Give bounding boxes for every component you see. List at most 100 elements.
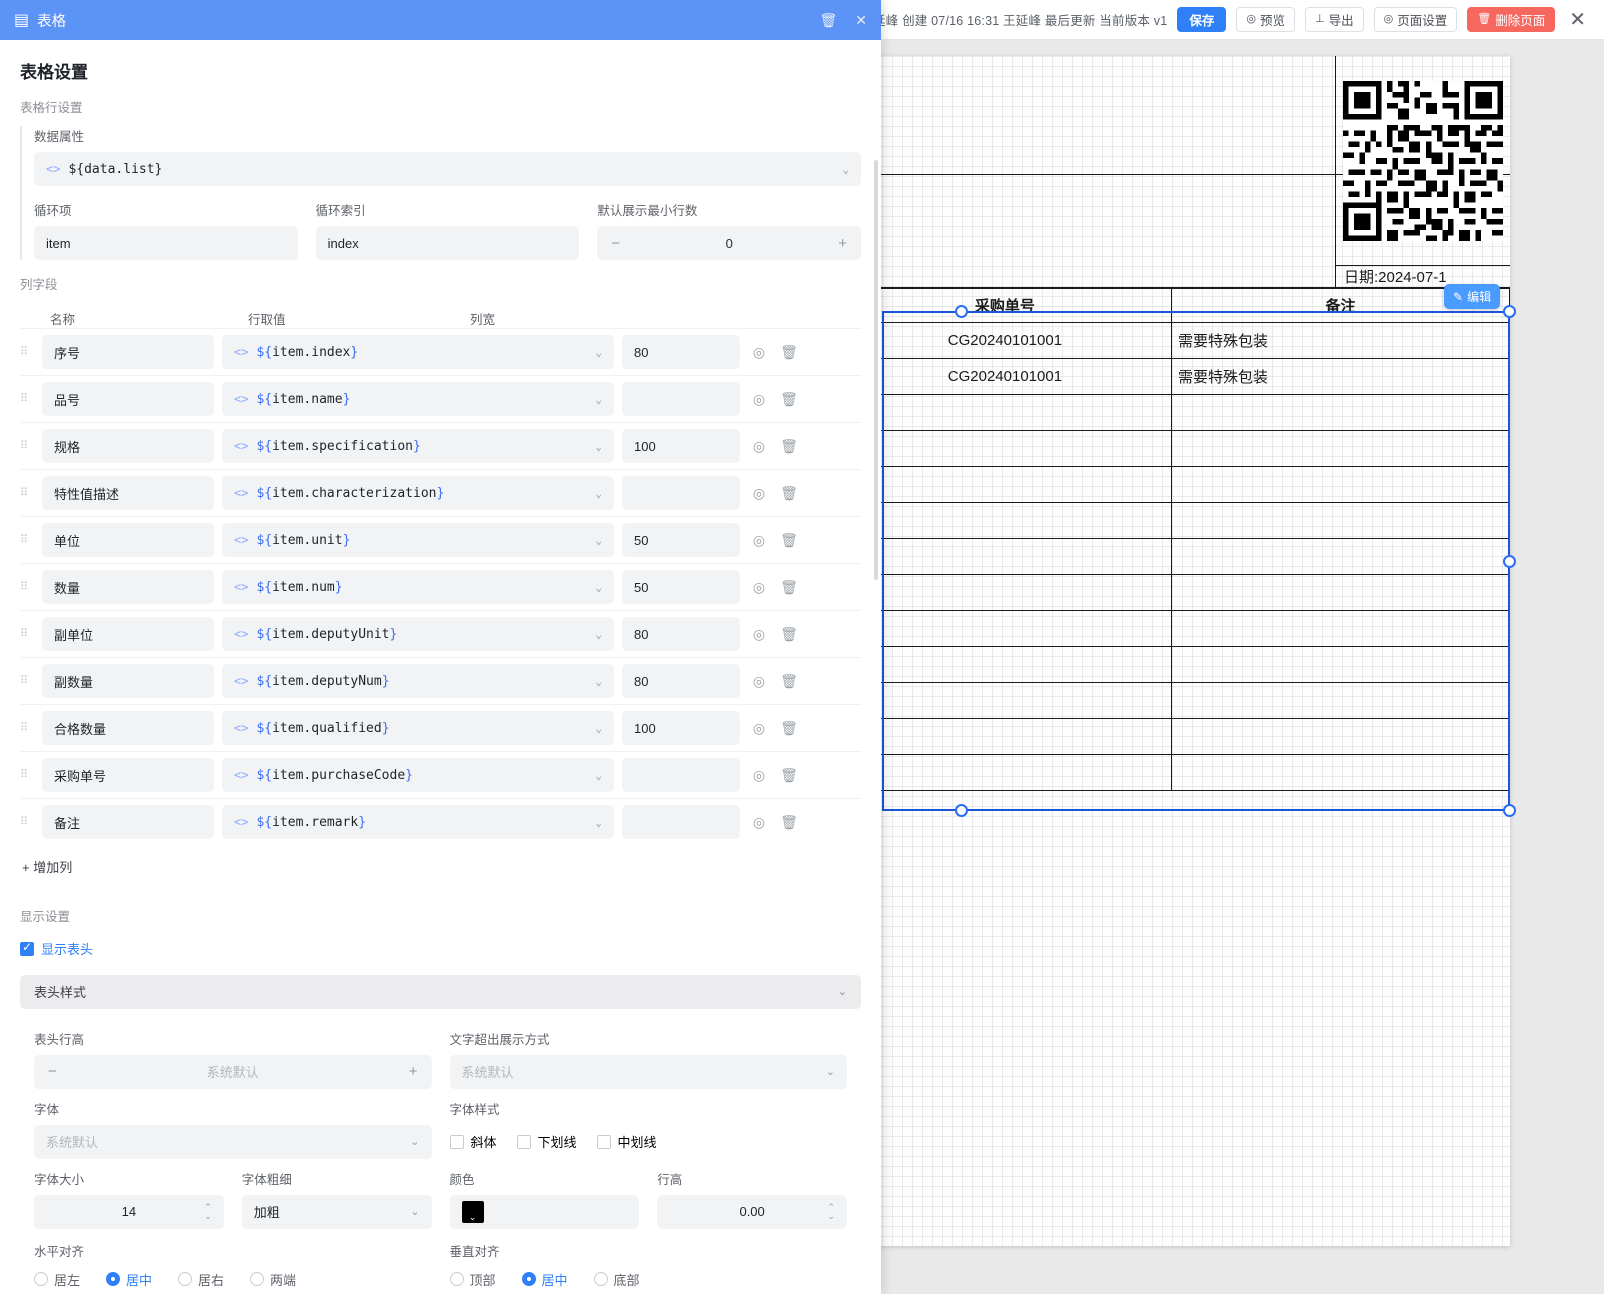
column-name-input[interactable]: 规格 [42,429,214,463]
font-select[interactable]: 系统默认 ⌄ [34,1125,432,1159]
page-setting-button[interactable]: ◎ 页面设置 [1374,7,1458,32]
column-delete-icon[interactable]: 🗑 [778,720,800,737]
add-column-button[interactable]: + 增加列 [20,845,861,876]
column-settings-icon[interactable]: ◎ [748,485,770,502]
font-style-checkbox[interactable]: 中划线 [597,1132,657,1151]
column-width-input[interactable] [622,758,740,792]
stepper-minus-icon[interactable]: − [611,235,620,252]
font-style-checkbox[interactable]: 斜体 [450,1132,497,1151]
column-value-select[interactable]: <>${item.specification}⌄ [222,429,614,463]
min-rows-stepper[interactable]: − 0 + [597,226,861,260]
column-width-input[interactable]: 100 [622,711,740,745]
preview-button[interactable]: ◎ 预览 [1236,7,1295,32]
column-delete-icon[interactable]: 🗑 [778,438,800,455]
drag-handle[interactable]: ⠿ [20,490,34,497]
column-settings-icon[interactable]: ◎ [748,579,770,596]
export-button[interactable]: ⊥ 导出 [1305,7,1364,32]
column-width-input[interactable]: 100 [622,429,740,463]
save-button[interactable]: 保存 [1177,7,1226,32]
drag-handle[interactable]: ⠿ [20,537,34,544]
column-settings-icon[interactable]: ◎ [748,767,770,784]
h-align-radio[interactable]: 居中 [106,1270,152,1289]
trash-icon[interactable]: 🗑 [819,12,837,29]
edit-chip-button[interactable]: ✎ 编辑 [1444,284,1500,309]
data-attr-select[interactable]: <> ${data.list} ⌄ [34,152,861,186]
v-align-radio[interactable]: 居中 [522,1270,568,1289]
column-value-select[interactable]: <>${item.unit}⌄ [222,523,614,557]
h-align-radio[interactable]: 两端 [250,1270,296,1289]
column-settings-icon[interactable]: ◎ [748,720,770,737]
column-settings-icon[interactable]: ◎ [748,344,770,361]
drag-handle[interactable]: ⠿ [20,678,34,685]
column-delete-icon[interactable]: 🗑 [778,814,800,831]
column-settings-icon[interactable]: ◎ [748,391,770,408]
font-style-checkbox[interactable]: 下划线 [517,1132,577,1151]
column-width-input[interactable] [622,476,740,510]
resize-handle-bottom-right[interactable] [1503,804,1516,817]
column-width-input[interactable] [622,382,740,416]
stepper-plus-icon[interactable]: + [409,1063,418,1080]
loop-item-input[interactable]: item [34,226,298,260]
column-value-select[interactable]: <>${item.deputyNum}⌄ [222,664,614,698]
column-name-input[interactable]: 单位 [42,523,214,557]
v-align-radio[interactable]: 底部 [594,1270,640,1289]
drag-handle[interactable]: ⠿ [20,584,34,591]
column-delete-icon[interactable]: 🗑 [778,673,800,690]
column-name-input[interactable]: 品号 [42,382,214,416]
font-weight-select[interactable]: 加粗 ⌄ [242,1195,432,1229]
stepper-plus-icon[interactable]: + [838,235,847,252]
column-width-input[interactable]: 50 [622,570,740,604]
header-style-accordion[interactable]: 表头样式 ⌄ [20,975,861,1009]
column-value-select[interactable]: <>${item.remark}⌄ [222,805,614,839]
column-width-input[interactable]: 80 [622,617,740,651]
column-name-input[interactable]: 副单位 [42,617,214,651]
column-name-input[interactable]: 合格数量 [42,711,214,745]
column-delete-icon[interactable]: 🗑 [778,485,800,502]
column-name-input[interactable]: 备注 [42,805,214,839]
modal-scrollbar[interactable] [874,160,878,580]
close-icon[interactable]: ✕ [1565,10,1590,30]
h-align-radio[interactable]: 居左 [34,1270,80,1289]
column-delete-icon[interactable]: 🗑 [778,767,800,784]
column-value-select[interactable]: <>${item.index}⌄ [222,335,614,369]
spinner-icon[interactable]: ⌃⌄ [204,1203,212,1221]
color-picker[interactable]: ⌄ [450,1195,640,1229]
drag-handle[interactable]: ⠿ [20,631,34,638]
loop-index-input[interactable]: index [316,226,580,260]
column-settings-icon[interactable]: ◎ [748,626,770,643]
overflow-mode-select[interactable]: 系统默认 ⌄ [450,1055,848,1089]
column-name-input[interactable]: 副数量 [42,664,214,698]
spinner-icon[interactable]: ⌃⌄ [827,1203,835,1221]
column-width-input[interactable]: 50 [622,523,740,557]
column-width-input[interactable] [622,805,740,839]
h-align-radio[interactable]: 居右 [178,1270,224,1289]
column-delete-icon[interactable]: 🗑 [778,532,800,549]
column-value-select[interactable]: <>${item.name}⌄ [222,382,614,416]
column-settings-icon[interactable]: ◎ [748,814,770,831]
header-row-height-stepper[interactable]: − 系统默认 + [34,1055,432,1089]
column-settings-icon[interactable]: ◎ [748,532,770,549]
column-value-select[interactable]: <>${item.qualified}⌄ [222,711,614,745]
font-size-input[interactable]: 14 ⌃⌄ [34,1195,224,1229]
resize-handle-top[interactable] [955,305,968,318]
drag-handle[interactable]: ⠿ [20,819,34,826]
column-name-input[interactable]: 特性值描述 [42,476,214,510]
column-settings-icon[interactable]: ◎ [748,673,770,690]
drag-handle[interactable]: ⠿ [20,443,34,450]
column-value-select[interactable]: <>${item.characterization}⌄ [222,476,614,510]
resize-handle-top-right[interactable] [1503,305,1516,318]
delete-page-button[interactable]: 🗑 删除页面 [1467,7,1555,32]
column-value-select[interactable]: <>${item.deputyUnit}⌄ [222,617,614,651]
drag-handle[interactable]: ⠿ [20,725,34,732]
column-width-input[interactable]: 80 [622,664,740,698]
drag-handle[interactable]: ⠿ [20,349,34,356]
column-value-select[interactable]: <>${item.purchaseCode}⌄ [222,758,614,792]
close-icon[interactable]: ✕ [855,12,867,29]
stepper-minus-icon[interactable]: − [48,1063,57,1080]
column-width-input[interactable]: 80 [622,335,740,369]
resize-handle-right[interactable] [1503,555,1516,568]
column-delete-icon[interactable]: 🗑 [778,579,800,596]
v-align-radio[interactable]: 顶部 [450,1270,496,1289]
show-header-checkbox[interactable]: 显示表头 [20,939,93,958]
line-height-input[interactable]: 0.00 ⌃⌄ [657,1195,847,1229]
